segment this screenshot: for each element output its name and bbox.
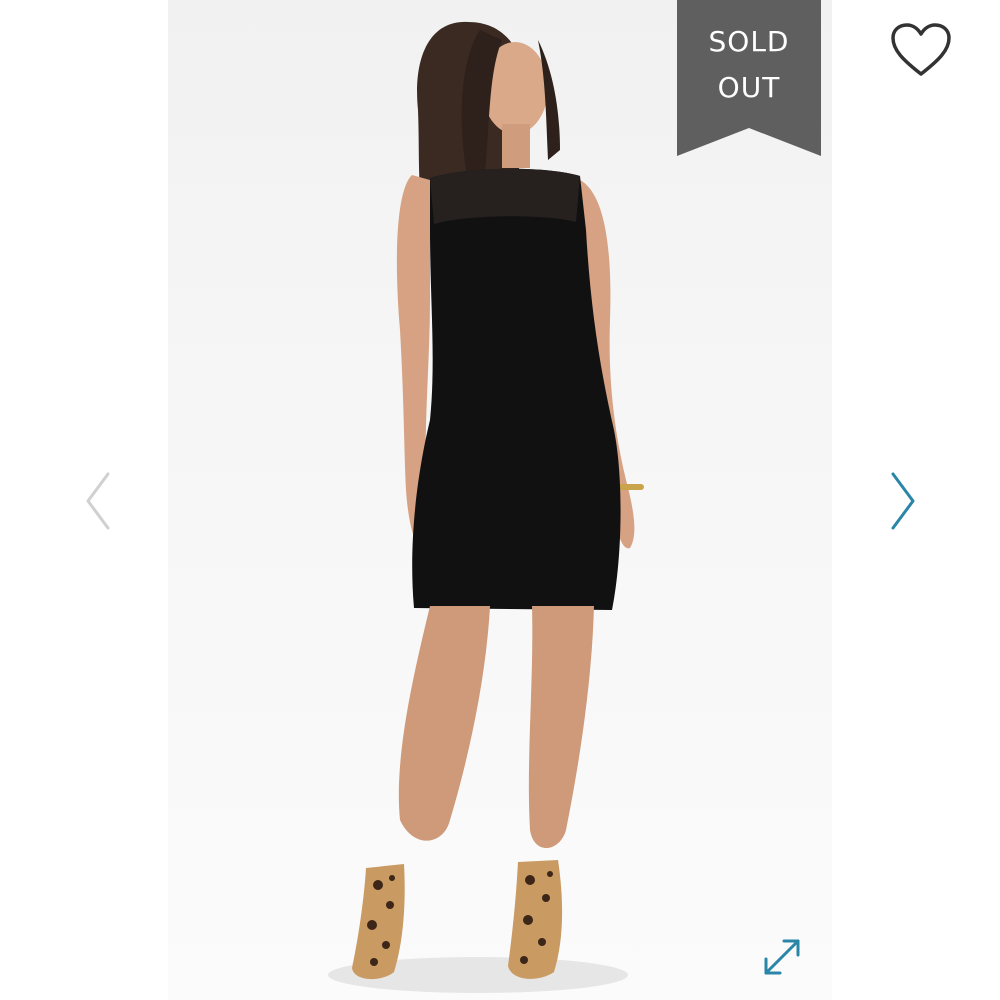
chevron-right-icon [891,472,915,530]
sold-label: SOLD [708,25,790,58]
heart-outline-icon [891,23,951,76]
sold-out-badge: SOLD OUT [677,0,821,156]
next-image-button[interactable] [883,468,923,534]
previous-image-button[interactable] [78,468,118,534]
chevron-left-icon [86,472,110,530]
favorite-button[interactable] [889,22,953,78]
expand-arrows-icon [764,939,800,975]
out-label: OUT [717,71,781,104]
fullscreen-button[interactable] [760,935,804,979]
product-image-viewer: SOLD OUT [0,0,1000,1000]
